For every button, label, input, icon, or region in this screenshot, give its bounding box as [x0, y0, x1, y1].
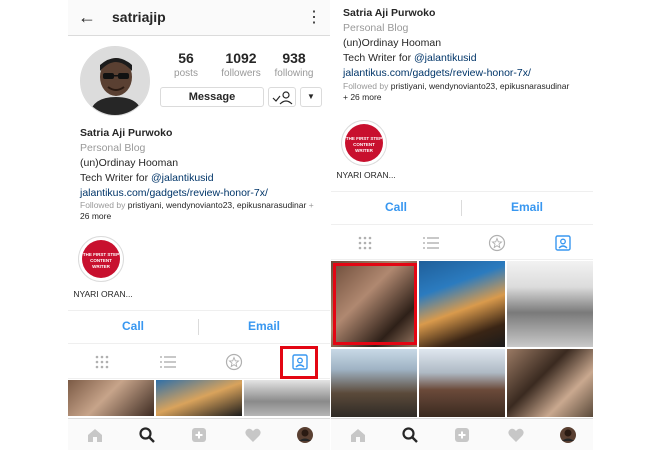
search-icon[interactable]	[401, 426, 419, 444]
grid-photo-3[interactable]	[244, 380, 330, 416]
bottom-nav-bar	[68, 418, 330, 450]
profile-name: Satria Aji Purwoko	[80, 127, 173, 139]
list-icon[interactable]	[158, 353, 178, 371]
bottom-nav-bar-right	[331, 418, 593, 450]
following-count[interactable]: 938 following	[264, 50, 324, 79]
bio-mention-link-right[interactable]: @jalantikusid	[414, 52, 477, 64]
highlight-cover: THE FIRST STEP CONTENT WRITER	[82, 240, 120, 278]
saved-icon[interactable]	[224, 353, 244, 371]
suggestions-dropdown-button[interactable]: ▼	[300, 87, 322, 107]
followers-count[interactable]: 1092 followers	[211, 50, 271, 79]
bio-line-1-right: (un)Ordinay Hooman	[343, 37, 442, 49]
contact-bar: Call Email	[68, 310, 330, 344]
profile-category-right: Personal Blog	[343, 22, 409, 34]
profile-name-right: Satria Aji Purwoko	[343, 7, 436, 19]
back-arrow-icon[interactable]: ←	[78, 7, 96, 28]
bio-line-1: (un)Ordinay Hooman	[80, 157, 179, 169]
profile-screen-right: Satria Aji Purwoko Personal Blog (un)Ord…	[331, 0, 593, 450]
highlight-label: NYARI ORAN...	[73, 289, 133, 299]
followed-by-text-right[interactable]: Followed by pristiyani, wendynovianto23,…	[343, 81, 588, 103]
tagged-tab-highlight-box	[280, 346, 318, 379]
grid-icon[interactable]	[355, 234, 375, 252]
bio-line-2-right: Tech Writer for @jalantikusid	[343, 52, 477, 64]
profile-avatar-icon[interactable]	[559, 426, 577, 444]
call-button[interactable]: Call	[68, 319, 198, 333]
profile-avatar-icon[interactable]	[296, 426, 314, 444]
message-button[interactable]: Message	[160, 87, 264, 107]
profile-category: Personal Blog	[80, 142, 146, 154]
grid-photo-1[interactable]	[68, 380, 154, 416]
bio-line-2: Tech Writer for @jalantikusid	[80, 172, 214, 184]
more-options-icon[interactable]: ⋮	[306, 7, 322, 27]
posts-count: 56 posts	[174, 50, 198, 79]
profile-bio-right: Satria Aji Purwoko Personal Blog (un)Ord…	[343, 6, 588, 81]
contact-bar-right: Call Email	[331, 191, 593, 225]
highlight-label-right: NYARI ORAN...	[336, 170, 396, 180]
following-toggle-button[interactable]	[268, 87, 296, 107]
grid-photo-2[interactable]	[419, 261, 505, 347]
profile-header-bar: ← satriajip ⋮	[68, 0, 330, 36]
home-icon[interactable]	[349, 426, 367, 444]
profile-bio: Satria Aji Purwoko Personal Blog (un)Ord…	[80, 126, 325, 201]
call-button-right[interactable]: Call	[331, 200, 461, 214]
activity-heart-icon[interactable]	[507, 426, 525, 444]
search-icon[interactable]	[138, 426, 156, 444]
profile-tabs-right	[331, 226, 593, 260]
grid-photo-6[interactable]	[507, 349, 593, 417]
bio-website-link[interactable]: jalantikus.com/gadgets/review-honor-7x/	[80, 187, 268, 199]
list-icon[interactable]	[421, 234, 441, 252]
person-check-icon	[272, 91, 293, 105]
bio-mention-link[interactable]: @jalantikusid	[151, 172, 214, 184]
email-button-right[interactable]: Email	[462, 200, 592, 214]
home-icon[interactable]	[86, 426, 104, 444]
email-button[interactable]: Email	[199, 319, 329, 333]
grid-icon[interactable]	[92, 353, 112, 371]
highlight-cover-right: THE FIRST STEP CONTENT WRITER	[345, 124, 383, 162]
header-username: satriajip	[112, 9, 166, 25]
add-post-icon[interactable]	[190, 426, 208, 444]
bio-website-link-right[interactable]: jalantikus.com/gadgets/review-honor-7x/	[343, 67, 531, 79]
saved-icon[interactable]	[487, 234, 507, 252]
selected-photo-highlight-box	[333, 263, 417, 345]
tagged-icon[interactable]	[553, 234, 573, 252]
profile-screen-left: ← satriajip ⋮ 56 posts 1092 followers 93…	[68, 0, 330, 450]
grid-photo-5[interactable]	[419, 349, 505, 417]
triangle-down-icon: ▼	[307, 92, 315, 101]
profile-avatar[interactable]	[80, 46, 150, 116]
followed-by-text[interactable]: Followed by pristiyani, wendynovianto23,…	[80, 200, 325, 222]
story-highlight[interactable]: THE FIRST STEP CONTENT WRITER	[78, 236, 124, 282]
add-post-icon[interactable]	[453, 426, 471, 444]
grid-photo-4[interactable]	[331, 349, 417, 417]
story-highlight-right[interactable]: THE FIRST STEP CONTENT WRITER	[341, 120, 387, 166]
activity-heart-icon[interactable]	[244, 426, 262, 444]
grid-photo-2[interactable]	[156, 380, 242, 416]
grid-photo-3[interactable]	[507, 261, 593, 347]
